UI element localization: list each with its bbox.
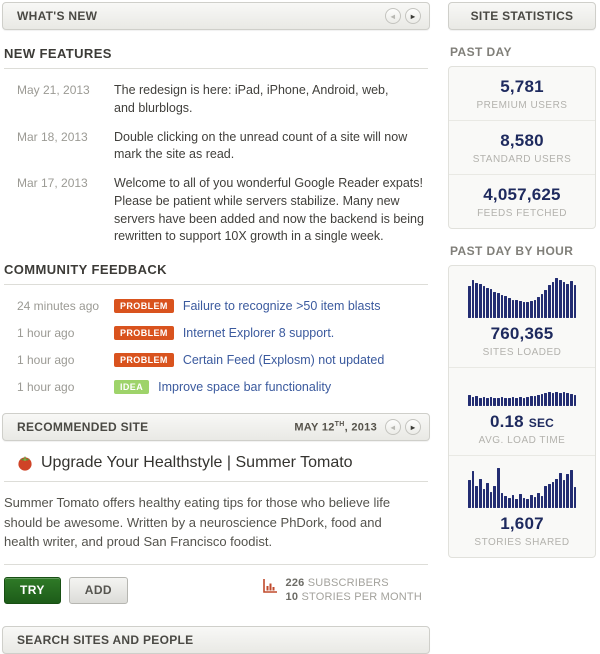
feedback-item: 1 hour ago PROBLEM Certain Feed (Explosm… — [17, 353, 428, 367]
problem-badge: PROBLEM — [114, 353, 174, 367]
feedback-link[interactable]: Failure to recognize >50 item blasts — [183, 299, 381, 313]
main-column: WHAT'S NEW ◂ ▸ NEW FEATURES May 21, 2013… — [2, 2, 430, 654]
subscribers-label: SUBSCRIBERS — [307, 576, 389, 589]
avg-load-time-bar-chart — [468, 380, 577, 406]
community-feedback-list: 24 minutes ago PROBLEM Failure to recogn… — [2, 285, 430, 394]
new-features-heading: NEW FEATURES — [4, 46, 428, 69]
stat-value: 5,781 — [500, 77, 544, 96]
problem-badge: PROBLEM — [114, 326, 174, 340]
add-button[interactable]: ADD — [68, 576, 128, 604]
stories-label: STORIES PER MONTH — [301, 591, 422, 604]
search-sites-header[interactable]: SEARCH SITES AND PEOPLE — [2, 626, 430, 654]
recommended-next-button[interactable]: ▸ — [405, 419, 421, 435]
feedback-link[interactable]: Certain Feed (Explosm) not updated — [183, 353, 385, 367]
stat-label: PREMIUM USERS — [476, 100, 568, 111]
feature-entry: Mar 17, 2013 Welcome to all of you wonde… — [17, 175, 428, 246]
past-day-by-hour-heading: PAST DAY BY HOUR — [450, 244, 574, 258]
feedback-item: 1 hour ago IDEA Improve space bar functi… — [17, 380, 428, 394]
feature-entry-date: Mar 17, 2013 — [17, 176, 88, 190]
recommended-site-title-label: RECOMMENDED SITE — [17, 420, 149, 434]
feature-entry: May 21, 2013 The redesign is here: iPad,… — [17, 82, 428, 118]
stat-label: STANDARD USERS — [472, 154, 572, 165]
stat-label: AVG. LOAD TIME — [478, 435, 566, 446]
new-features-list: May 21, 2013 The redesign is here: iPad,… — [2, 69, 430, 246]
recommended-site-link[interactable]: Upgrade Your Healthstyle | Summer Tomato — [41, 454, 353, 472]
community-feedback-heading: COMMUNITY FEEDBACK — [4, 262, 428, 285]
feature-entry-text: Welcome to all of you wonderful Google R… — [114, 176, 424, 244]
recommended-site-row: Upgrade Your Healthstyle | Summer Tomato — [4, 454, 428, 482]
stories-shared-bar-chart — [468, 468, 577, 508]
right-arrow-icon: ▸ — [410, 422, 416, 432]
left-arrow-icon: ◂ — [390, 422, 396, 432]
right-arrow-icon: ▸ — [410, 11, 416, 21]
search-sites-title: SEARCH SITES AND PEOPLE — [17, 633, 194, 648]
feedback-time: 24 minutes ago — [17, 299, 100, 313]
stat-cell-avg-load-time: 0.18 SEC AVG. LOAD TIME — [449, 368, 595, 456]
stories-count: 10 — [285, 591, 299, 604]
recommended-date: MAY 12TH, 2013 — [294, 420, 377, 434]
recommended-site-stats: 226 SUBSCRIBERS 10 STORIES PER MONTH — [262, 576, 428, 606]
stat-cell-stories-shared: 1,607 STORIES SHARED — [449, 456, 595, 557]
sites-loaded-bar-chart — [468, 278, 577, 318]
whats-new-title: WHAT'S NEW — [17, 9, 98, 23]
stat-cell-feeds-fetched: 4,057,625 FEEDS FETCHED — [449, 175, 595, 228]
site-statistics-column: SITE STATISTICS PAST DAY 5,781 PREMIUM U… — [448, 2, 596, 654]
feature-entry-text: The redesign is here: iPad, iPhone, Andr… — [114, 83, 389, 115]
idea-badge: IDEA — [114, 380, 150, 394]
stat-cell-premium-users: 5,781 PREMIUM USERS — [449, 67, 595, 121]
recommended-site-header: RECOMMENDED SITE MAY 12TH, 2013 ◂ ▸ — [2, 413, 430, 441]
site-statistics-header: SITE STATISTICS — [448, 2, 596, 30]
past-day-by-hour-stats-box: 760,365 SITES LOADED 0.18 SEC AVG. LOAD … — [448, 265, 596, 558]
subscriber-chart-icon — [262, 578, 277, 593]
feature-entry-date: Mar 18, 2013 — [17, 129, 88, 144]
recommended-pager: ◂ ▸ — [385, 419, 421, 435]
feedback-item: 24 minutes ago PROBLEM Failure to recogn… — [17, 299, 428, 313]
stat-label: STORIES SHARED — [474, 537, 570, 548]
stat-value: 4,057,625 — [483, 185, 561, 204]
subscribers-count: 226 — [285, 576, 305, 589]
past-day-stats-box: 5,781 PREMIUM USERS 8,580 STANDARD USERS… — [448, 66, 596, 229]
feedback-link[interactable]: Internet Explorer 8 support. — [183, 326, 334, 340]
stat-value: 1,607 — [500, 514, 544, 533]
try-button[interactable]: TRY — [4, 576, 61, 604]
recommended-site-description: Summer Tomato offers healthy eating tips… — [4, 495, 391, 549]
feedback-link[interactable]: Improve space bar functionality — [158, 380, 331, 394]
stat-cell-sites-loaded: 760,365 SITES LOADED — [449, 266, 595, 368]
feedback-time: 1 hour ago — [17, 326, 75, 340]
whats-new-prev-button[interactable]: ◂ — [385, 8, 401, 24]
stat-label: SITES LOADED — [482, 347, 562, 358]
tomato-favicon-icon — [18, 456, 32, 471]
feature-entry-text: Double clicking on the unread count of a… — [114, 129, 408, 162]
whats-new-header: WHAT'S NEW ◂ ▸ — [2, 2, 430, 30]
feedback-item: 1 hour ago PROBLEM Internet Explorer 8 s… — [17, 326, 428, 340]
stat-value: 8,580 — [500, 131, 544, 150]
stat-cell-standard-users: 8,580 STANDARD USERS — [449, 121, 595, 175]
recommended-prev-button[interactable]: ◂ — [385, 419, 401, 435]
past-day-heading: PAST DAY — [450, 45, 512, 59]
feedback-time: 1 hour ago — [17, 380, 75, 394]
stat-value: 0.18 SEC — [489, 412, 555, 431]
stat-value: 760,365 — [490, 324, 554, 343]
feedback-time: 1 hour ago — [17, 353, 75, 367]
whats-new-pager: ◂ ▸ — [385, 8, 421, 24]
stat-unit: SEC — [528, 416, 555, 430]
feature-entry: Mar 18, 2013 Double clicking on the unre… — [17, 129, 428, 165]
whats-new-next-button[interactable]: ▸ — [405, 8, 421, 24]
subscriber-stats-text: 226 SUBSCRIBERS 10 STORIES PER MONTH — [286, 576, 422, 606]
recommended-site-footer: TRY ADD 226 SUBSCRIBERS 10 STORIES PER M… — [4, 563, 428, 606]
stat-label: FEEDS FETCHED — [477, 208, 567, 219]
left-arrow-icon: ◂ — [390, 11, 396, 21]
site-statistics-title: SITE STATISTICS — [470, 9, 574, 23]
problem-badge: PROBLEM — [114, 299, 174, 313]
feature-entry-date: May 21, 2013 — [17, 83, 90, 97]
